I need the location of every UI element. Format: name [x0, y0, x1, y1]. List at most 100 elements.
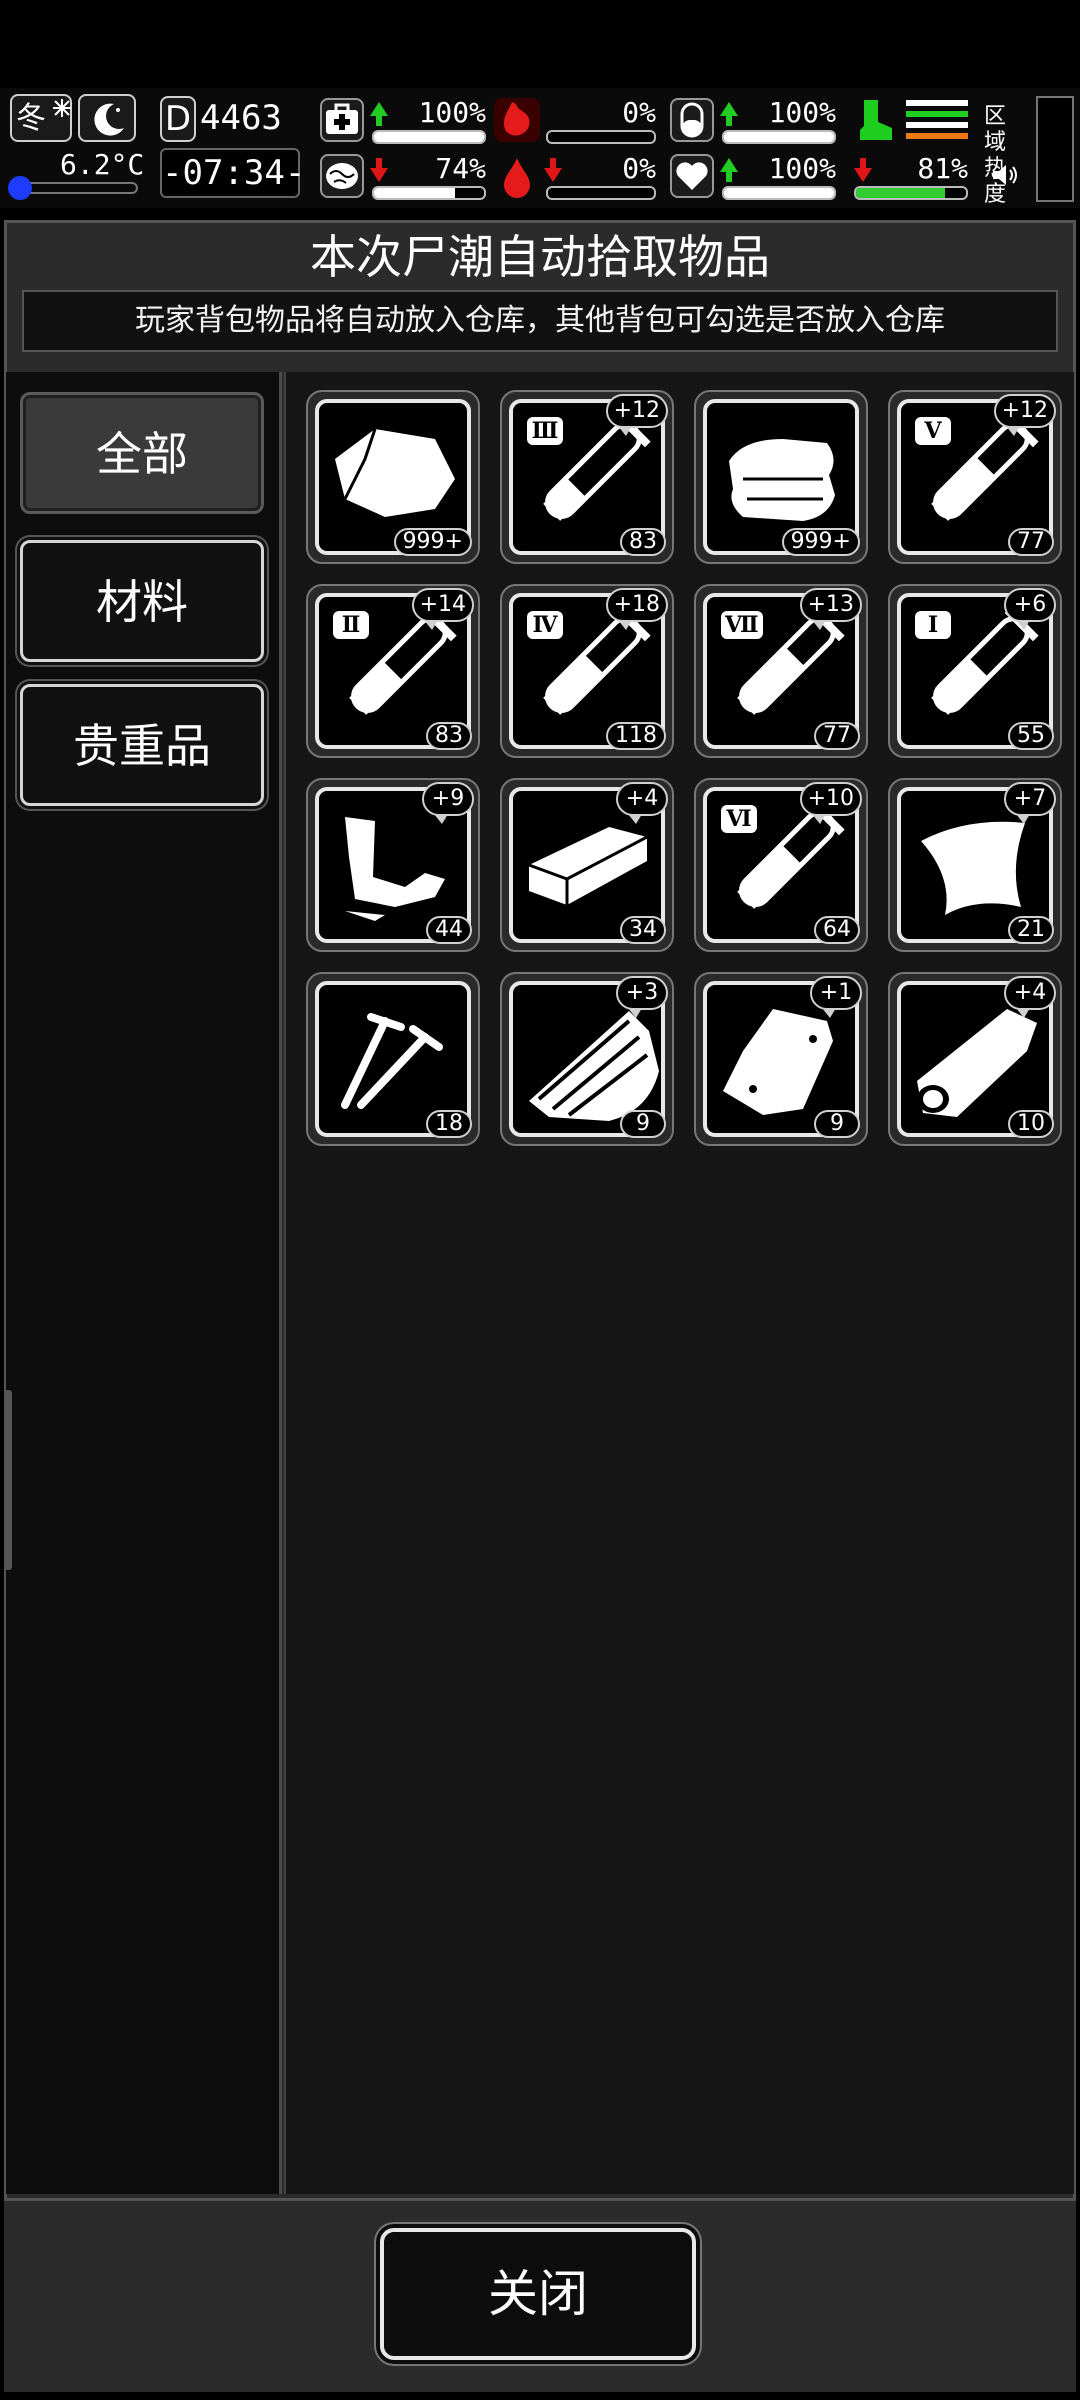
- item-slot[interactable]: +4 34: [500, 778, 674, 952]
- item-count: 83: [426, 722, 472, 750]
- item-bonus-badge: +7: [1004, 782, 1056, 824]
- item-count: 999+: [781, 528, 860, 556]
- side-scroll-handle[interactable]: [4, 1390, 12, 1570]
- temperature-indicator: [8, 176, 32, 200]
- pill-icon: [670, 98, 714, 142]
- item-count: 21: [1008, 916, 1054, 944]
- thirst-value: 0%: [622, 152, 656, 185]
- item-count: 34: [620, 916, 666, 944]
- item-slot[interactable]: Ⅶ +13 77: [694, 584, 868, 758]
- snow-icon: [53, 99, 71, 117]
- medicine-bar: [722, 130, 836, 144]
- item-count: 999+: [393, 528, 472, 556]
- time-of-day-badge: [78, 94, 136, 142]
- item-bonus-badge: +4: [1004, 976, 1056, 1018]
- item-bonus-badge: +13: [799, 588, 862, 630]
- day-marker: D: [160, 96, 196, 142]
- item-bonus-badge: +6: [1004, 588, 1056, 630]
- dialog-title: 本次尸潮自动拾取物品: [310, 230, 770, 284]
- health-value: 100%: [418, 96, 486, 129]
- close-button[interactable]: 关闭: [380, 2228, 696, 2360]
- heart-trend-up-icon: [720, 158, 738, 182]
- dialog-subtitle: 玩家背包物品将自动放入仓库，其他背包可勾选是否放入仓库: [22, 290, 1058, 352]
- temperature: 6.2°C: [60, 148, 145, 181]
- medkit-icon: [320, 98, 364, 142]
- item-bonus-badge: +3: [616, 976, 668, 1018]
- category-all[interactable]: 全部: [20, 392, 264, 514]
- stamina-trend-down-icon: [854, 158, 872, 182]
- sanity-trend-down-icon: [370, 158, 388, 182]
- tier-badge: Ⅳ: [527, 611, 563, 639]
- stamina-stripes: [906, 100, 968, 140]
- item-count: 83: [620, 528, 666, 556]
- item-slot[interactable]: +3 9: [500, 972, 674, 1146]
- item-count: 77: [1008, 528, 1054, 556]
- item-grid: 999+ Ⅲ +12 83 999+ Ⅴ +12 77 Ⅱ +14 83 Ⅳ +18 118 Ⅶ +13 77 Ⅰ…: [284, 372, 1074, 2194]
- health-trend-up-icon: [370, 102, 388, 126]
- hunger-bar: [546, 130, 656, 144]
- item-bonus-badge: +10: [799, 782, 862, 824]
- item-slot[interactable]: Ⅰ +6 55: [888, 584, 1062, 758]
- clock-frame: -07:34-: [160, 148, 306, 198]
- item-bonus-badge: +12: [605, 394, 668, 436]
- item-slot[interactable]: +4 10: [888, 972, 1062, 1146]
- item-slot[interactable]: 18: [306, 972, 480, 1146]
- item-slot[interactable]: +7 21: [888, 778, 1062, 952]
- thirst-bar: [546, 186, 656, 200]
- clock: -07:34-: [162, 153, 306, 193]
- item-slot[interactable]: Ⅵ +10 64: [694, 778, 868, 952]
- speaker-icon[interactable]: [990, 160, 1020, 190]
- category-valuables[interactable]: 贵重品: [20, 684, 264, 806]
- zone-heat-meter: [1036, 96, 1074, 202]
- day-count: 4463: [200, 98, 282, 138]
- health-bar: [372, 130, 486, 144]
- item-count: 118: [606, 722, 666, 750]
- item-slot[interactable]: 999+: [306, 390, 480, 564]
- item-slot[interactable]: +1 9: [694, 972, 868, 1146]
- item-count: 55: [1008, 722, 1054, 750]
- tier-badge: Ⅰ: [915, 611, 951, 639]
- heart-value: 100%: [768, 152, 836, 185]
- moon-icon: [94, 103, 124, 136]
- item-slot[interactable]: 999+: [694, 390, 868, 564]
- item-count: 64: [814, 916, 860, 944]
- tier-badge: Ⅱ: [333, 611, 369, 639]
- item-count: 18: [426, 1110, 472, 1138]
- season-badge: 冬: [10, 94, 72, 142]
- tier-badge: Ⅲ: [527, 417, 563, 445]
- item-slot[interactable]: Ⅳ +18 118: [500, 584, 674, 758]
- item-slot[interactable]: +9 44: [306, 778, 480, 952]
- item-count: 77: [814, 722, 860, 750]
- heart-icon: [670, 154, 714, 198]
- hunger-value: 0%: [622, 96, 656, 129]
- zone-heat-label-line1: 区域: [984, 104, 1007, 155]
- blood-drop-icon: [494, 154, 540, 200]
- medicine-value: 100%: [768, 96, 836, 129]
- item-slot[interactable]: Ⅱ +14 83: [306, 584, 480, 758]
- sanity-bar: [372, 186, 486, 200]
- item-bonus-badge: +4: [616, 782, 668, 824]
- medicine-trend-up-icon: [720, 102, 738, 126]
- item-bonus-badge: +18: [605, 588, 668, 630]
- item-bonus-badge: +12: [993, 394, 1056, 436]
- stamina-value: 81%: [917, 152, 968, 185]
- zone-heat-label: 区域 热度: [984, 104, 1024, 208]
- brain-icon: [320, 154, 364, 198]
- category-sidebar: 全部 材料 贵重品: [6, 372, 282, 2194]
- item-bonus-badge: +14: [411, 588, 474, 630]
- item-slot[interactable]: Ⅲ +12 83: [500, 390, 674, 564]
- item-slot[interactable]: Ⅴ +12 77: [888, 390, 1062, 564]
- heart-bar: [722, 186, 836, 200]
- item-count: 9: [814, 1110, 860, 1138]
- stamina-bar: [854, 186, 968, 200]
- category-materials[interactable]: 材料: [20, 540, 264, 662]
- item-count: 9: [620, 1110, 666, 1138]
- item-bonus-badge: +1: [810, 976, 862, 1018]
- boot-icon: [852, 96, 898, 144]
- stomach-icon: [494, 98, 540, 142]
- tier-badge: Ⅴ: [915, 417, 951, 445]
- tier-badge: Ⅶ: [721, 611, 763, 639]
- item-count: 10: [1008, 1110, 1054, 1138]
- item-bonus-badge: +9: [422, 782, 474, 824]
- tier-badge: Ⅵ: [721, 805, 757, 833]
